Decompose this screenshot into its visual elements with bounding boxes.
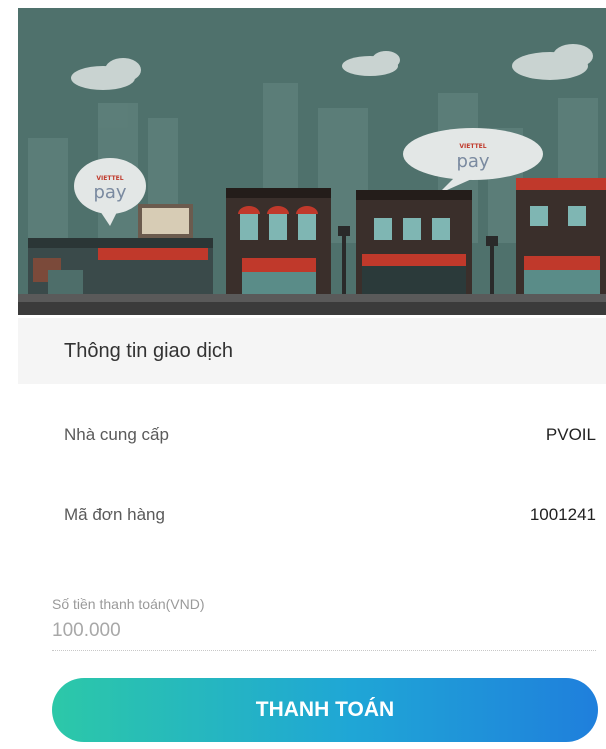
banner-illustration: VIETTEL pay VIETTEL pay (18, 8, 606, 315)
provider-value: PVOIL (545, 425, 596, 444)
provider-label: Nhà cung cấp (64, 425, 169, 444)
order-id-label: Mã đơn hàng (64, 505, 165, 524)
amount-label: Số tiền thanh toán(VND) (52, 596, 205, 612)
section-title: Thông tin giao dịch (64, 339, 234, 362)
svg-text:pay: pay (93, 182, 126, 203)
pay-button[interactable]: THANH TOÁN (52, 678, 598, 742)
svg-text:pay: pay (456, 151, 489, 172)
svg-text:VIETTEL: VIETTEL (459, 143, 486, 150)
amount-input[interactable]: 100.000 (52, 620, 596, 651)
transaction-info-header: Thông tin giao dịch (18, 318, 606, 384)
svg-text:VIETTEL: VIETTEL (96, 175, 123, 182)
order-id-value: 1001241 (529, 505, 596, 524)
amount-field[interactable]: Số tiền thanh toán(VND) 100.000 (52, 596, 596, 651)
payment-screen: VIETTEL pay VIETTEL pay Thông tin giao d… (0, 0, 606, 749)
provider-row: Nhà cung cấp PVOIL (64, 420, 596, 450)
order-id-row: Mã đơn hàng 1001241 (64, 500, 596, 530)
town-illustration: VIETTEL pay VIETTEL pay (18, 8, 606, 315)
